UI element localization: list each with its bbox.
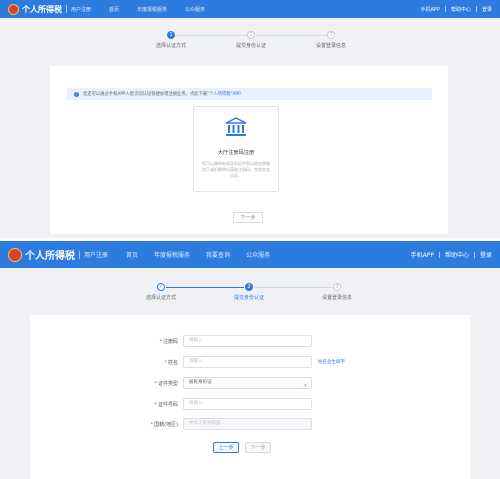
nav-annual-tax[interactable]: 年度报税服务	[137, 6, 167, 13]
site-logo[interactable]: 个人所得税	[8, 3, 62, 15]
divider	[444, 6, 446, 12]
main-nav: 首页 年度报税服务 我要查询 公众服务	[126, 250, 286, 259]
emblem-icon	[8, 247, 22, 262]
nav-public-service[interactable]: 公众服务	[185, 6, 205, 13]
step-1-label: 选择认证方式	[155, 43, 186, 49]
app-download-link[interactable]: "个人所得税"APP	[207, 91, 241, 97]
card-title: 大厅注册码注册	[217, 150, 255, 156]
rare-character-link[interactable]: 姓名含生僻字	[318, 359, 345, 365]
nav-query[interactable]: 我要查询	[206, 250, 230, 259]
registration-code-label: *注册码	[159, 339, 178, 345]
step-2: 2 提交身份认证	[209, 283, 289, 301]
id-number-row: *证件号码 请输入	[0, 398, 500, 410]
emblem-icon	[8, 3, 19, 15]
previous-step-button[interactable]: 上一步	[213, 442, 239, 453]
notice-text: 您还可以通过手机APP人脸识别认证快捷办理注册业务，点此下载	[83, 92, 208, 97]
id-type-value: 居民身份证	[189, 380, 212, 385]
info-notice: ! 您还可以通过手机APP人脸识别认证快捷办理注册业务，点此下载 "个人所得税"…	[67, 88, 432, 100]
nationality-label: *国籍(地区)	[150, 422, 178, 428]
step-1: ✓ 选择认证方式	[121, 283, 201, 301]
site-name: 个人所得税	[25, 251, 75, 262]
help-center-link[interactable]: 帮助中心	[451, 6, 471, 13]
name-row: *姓名 请输入 姓名含生僻字	[0, 356, 500, 368]
bank-building-icon	[225, 117, 247, 136]
content-panel: ! 您还可以通过手机APP人脸识别认证快捷办理注册业务，点此下载 "个人所得税"…	[50, 66, 448, 234]
header-links: 手机APP 帮助中心 登录	[411, 250, 492, 259]
progress-steps: ✓ 选择认证方式 2 提交身份认证 3 设置登录信息	[0, 283, 500, 313]
main-nav: 首页 年度报税服务 公众服务	[109, 6, 223, 13]
step-3-number: 3	[327, 31, 335, 39]
registration-code-row: *注册码 请输入	[0, 335, 500, 347]
step-3-label: 设置登录信息	[315, 43, 346, 49]
nationality-row: *国籍(地区) 中华人民共和国	[0, 418, 500, 430]
step-3: 3 设置登录信息	[297, 283, 377, 301]
step-1-check-icon: ✓	[157, 283, 165, 291]
name-label: *姓名	[164, 360, 178, 366]
screen-identity-auth: 个人所得税 用户注册 首页 年度报税服务 我要查询 公众服务 手机APP 帮助中…	[0, 241, 500, 479]
help-center-link[interactable]: 帮助中心	[445, 250, 469, 259]
id-number-input[interactable]: 请输入	[183, 398, 312, 410]
chevron-down-icon: ▼	[303, 383, 307, 388]
divider	[473, 251, 475, 258]
progress-steps: 1 选择认证方式 2 提交身份认证 3 设置登录信息	[0, 31, 500, 61]
step-1-label: 选择认证方式	[145, 295, 176, 301]
step-3: 3 设置登录信息	[291, 31, 371, 49]
id-type-select[interactable]: 居民身份证 ▼	[183, 377, 312, 389]
top-bar: 个人所得税 用户注册 首页 年度报税服务 公众服务 手机APP 帮助中心 登录	[0, 0, 500, 18]
mobile-app-link[interactable]: 手机APP	[411, 250, 434, 259]
login-link[interactable]: 登录	[480, 250, 492, 259]
step-2: 2 提交身份认证	[211, 31, 291, 49]
hall-code-option-card[interactable]: 大厅注册码注册 您可以携带有效身份证件到当地办税服务厅或扣缴单位获取注册码，完成…	[193, 106, 279, 192]
site-name: 个人所得税	[22, 4, 62, 14]
login-link[interactable]: 登录	[482, 6, 492, 13]
page-subtitle: 用户注册	[84, 252, 109, 259]
mobile-app-link[interactable]: 手机APP	[421, 6, 440, 13]
screen-choose-auth: 个人所得税 用户注册 首页 年度报税服务 公众服务 手机APP 帮助中心 登录 …	[0, 0, 500, 238]
nav-home[interactable]: 首页	[109, 6, 119, 13]
card-description: 您可以携带有效身份证件到当地办税服务厅或扣缴单位获取注册码，完成实名认证。	[202, 161, 270, 178]
next-step-button[interactable]: 下一步	[233, 212, 263, 223]
step-1-number: 1	[167, 31, 175, 39]
nav-annual-tax[interactable]: 年度报税服务	[154, 250, 190, 259]
step-2-label: 提交身份认证	[233, 295, 264, 301]
id-number-label: *证件号码	[154, 402, 178, 408]
nav-home[interactable]: 首页	[126, 250, 138, 259]
id-type-row: *证件类型 居民身份证 ▼	[0, 377, 500, 389]
top-bar: 个人所得税 用户注册 首页 年度报税服务 我要查询 公众服务 手机APP 帮助中…	[0, 241, 500, 268]
site-logo[interactable]: 个人所得税	[8, 247, 75, 262]
header-links: 手机APP 帮助中心 登录	[421, 6, 492, 13]
step-1: 1 选择认证方式	[131, 31, 211, 49]
id-type-label: *证件类型	[154, 381, 178, 387]
name-input[interactable]: 请输入	[183, 356, 312, 368]
step-2-number: 2	[245, 283, 253, 291]
divider	[475, 6, 477, 12]
divider	[79, 250, 80, 259]
step-3-number: 3	[333, 283, 341, 291]
next-step-button[interactable]: 下一步	[245, 442, 271, 453]
step-3-label: 设置登录信息	[321, 295, 352, 301]
page-subtitle: 用户注册	[71, 6, 92, 13]
registration-code-input[interactable]: 请输入	[183, 335, 312, 347]
info-icon: !	[74, 91, 79, 97]
nationality-input[interactable]: 中华人民共和国	[183, 418, 312, 430]
step-2-number: 2	[247, 31, 255, 39]
nav-public-service[interactable]: 公众服务	[246, 250, 270, 259]
divider	[66, 5, 67, 13]
divider	[438, 251, 440, 258]
step-2-label: 提交身份认证	[235, 43, 266, 49]
